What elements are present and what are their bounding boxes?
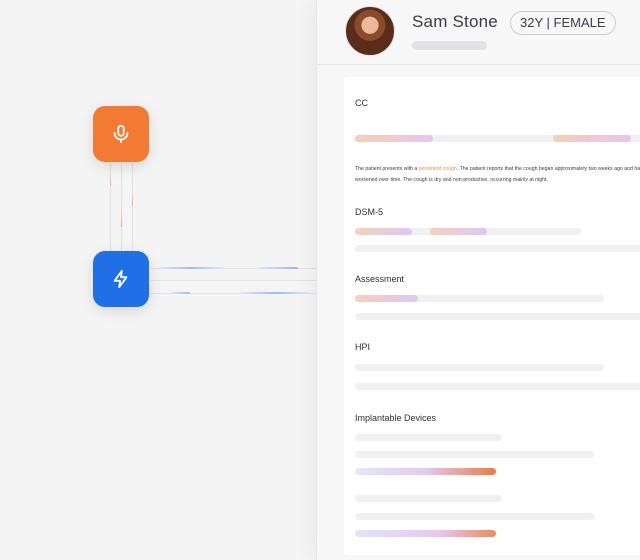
skeleton-highlight bbox=[355, 135, 433, 142]
section-label-implantable-devices: Implantable Devices bbox=[355, 413, 437, 423]
connector-pulse bbox=[258, 267, 298, 269]
action-node[interactable] bbox=[93, 251, 149, 307]
patient-subtitle-placeholder bbox=[412, 41, 487, 50]
section-label-dsm5: DSM-5 bbox=[355, 207, 384, 217]
note-paragraph: The patient presents with a persistent c… bbox=[355, 164, 640, 186]
patient-note-panel: Sam Stone 32Y | FEMALE CC The patient pr… bbox=[316, 0, 640, 560]
connector-pulse bbox=[240, 292, 310, 294]
skeleton-highlight bbox=[355, 295, 418, 302]
section-label-hpi: HPI bbox=[355, 342, 371, 352]
connector-line bbox=[150, 280, 320, 281]
lightning-bolt-icon bbox=[113, 269, 128, 289]
section-label-cc: CC bbox=[355, 98, 368, 108]
patient-demographics-badge: 32Y | FEMALE bbox=[510, 11, 616, 35]
skeleton-highlight bbox=[355, 530, 496, 537]
skeleton-highlight bbox=[355, 468, 496, 475]
skeleton-line bbox=[355, 513, 594, 520]
note-card: CC The patient presents with a persisten… bbox=[344, 77, 640, 555]
patient-header: Sam Stone 32Y | FEMALE bbox=[317, 0, 640, 65]
microphone-icon bbox=[113, 124, 129, 144]
skeleton-highlight bbox=[430, 228, 487, 235]
skeleton-highlight bbox=[355, 228, 412, 235]
patient-avatar bbox=[345, 6, 395, 56]
skeleton-line bbox=[355, 451, 594, 458]
skeleton-line bbox=[355, 383, 640, 390]
skeleton-line bbox=[355, 364, 604, 371]
skeleton-line bbox=[355, 495, 502, 502]
skeleton-line bbox=[355, 245, 640, 252]
skeleton-line bbox=[355, 313, 640, 320]
connector-pulse bbox=[158, 267, 224, 269]
skeleton-line bbox=[355, 434, 502, 441]
note-highlight: persistent cough bbox=[418, 166, 457, 172]
microphone-node[interactable] bbox=[93, 106, 149, 162]
workflow-canvas bbox=[0, 0, 320, 560]
skeleton-highlight bbox=[553, 135, 631, 142]
connector-line bbox=[132, 163, 133, 251]
patient-name: Sam Stone bbox=[412, 12, 498, 31]
note-text: The patient presents with a bbox=[355, 166, 419, 172]
connector-pulse bbox=[121, 205, 122, 227]
section-label-assessment: Assessment bbox=[355, 274, 405, 284]
connector-pulse bbox=[170, 292, 190, 294]
connector-pulse bbox=[132, 190, 133, 206]
connector-pulse bbox=[110, 172, 111, 186]
